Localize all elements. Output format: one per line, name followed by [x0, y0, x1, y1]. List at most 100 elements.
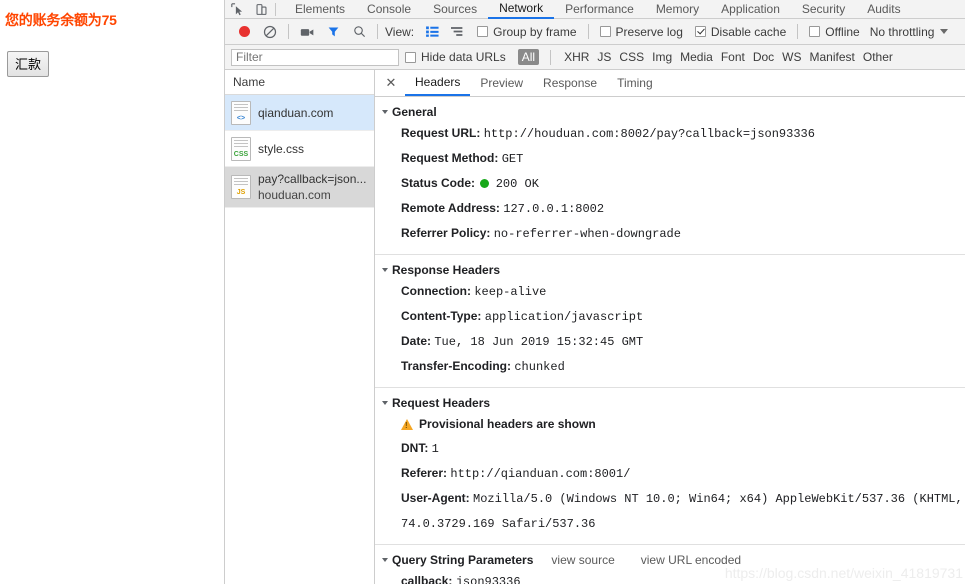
- device-toolbar-icon[interactable]: [249, 0, 273, 18]
- throttling-select-value[interactable]: No throttling: [870, 25, 935, 39]
- triangle-down-icon[interactable]: [382, 268, 388, 272]
- tab-sources[interactable]: Sources: [422, 0, 488, 19]
- preserve-log-box[interactable]: [599, 26, 611, 37]
- inspect-element-icon[interactable]: [225, 0, 249, 18]
- request-row-name: pay?callback=json...: [258, 172, 367, 186]
- js-file-icon: JS: [231, 175, 251, 199]
- tab-console[interactable]: Console: [356, 0, 422, 19]
- tab-security[interactable]: Security: [791, 0, 856, 19]
- tab-application[interactable]: Application: [710, 0, 791, 19]
- view-waterfall-icon[interactable]: [445, 21, 471, 43]
- screenshot-camera-icon[interactable]: [294, 21, 320, 43]
- header-key: Remote Address:: [401, 201, 500, 215]
- header-row-status: Status Code: 200 OK: [375, 171, 965, 196]
- tab-network[interactable]: Network: [488, 0, 555, 19]
- header-row-user-agent: User-Agent: Mozilla/5.0 (Windows NT 10.0…: [375, 486, 965, 511]
- filter-funnel-icon[interactable]: [320, 21, 346, 43]
- filter-type-js[interactable]: JS: [597, 50, 611, 64]
- view-source-link[interactable]: view source: [551, 551, 614, 569]
- section-request-headers-title-row[interactable]: Request Headers: [375, 394, 965, 412]
- filter-input[interactable]: [231, 48, 399, 66]
- header-row: Referrer Policy: no-referrer-when-downgr…: [375, 221, 965, 246]
- filter-divider: [550, 49, 552, 65]
- network-filter-bar: Hide data URLs All XHR JS CSS Img Media …: [225, 45, 965, 70]
- header-value: Mozilla/5.0 (Windows NT 10.0; Win64; x64…: [473, 492, 965, 506]
- header-row: Request Method: GET: [375, 146, 965, 171]
- view-url-encoded-link[interactable]: view URL encoded: [641, 551, 741, 569]
- close-icon[interactable]: ✕: [381, 73, 401, 93]
- preserve-log-checkbox[interactable]: Preserve log: [599, 25, 683, 39]
- toolbar-divider-1: [288, 24, 289, 39]
- tab-preview[interactable]: Preview: [470, 70, 533, 96]
- section-general-title-row[interactable]: General: [375, 103, 965, 121]
- tab-audits[interactable]: Audits: [856, 0, 911, 19]
- devtools-main-tabbar: Elements Console Sources Network Perform…: [225, 0, 965, 19]
- triangle-down-icon[interactable]: [382, 401, 388, 405]
- screenshot-root: 您的账务余额为75 汇款 Elements Console Sources Ne…: [0, 0, 965, 584]
- header-row: Connection: keep-alive: [375, 279, 965, 304]
- header-row: Date: Tue, 18 Jun 2019 15:32:45 GMT: [375, 329, 965, 354]
- disable-cache-checkbox[interactable]: Disable cache: [694, 25, 786, 39]
- offline-box[interactable]: [809, 26, 821, 37]
- clear-requests-icon[interactable]: [257, 21, 283, 43]
- tab-elements[interactable]: Elements: [284, 0, 356, 19]
- tab-timing[interactable]: Timing: [607, 70, 663, 96]
- section-query-string: Query String Parameters view source view…: [375, 545, 965, 584]
- request-row-style-css[interactable]: CSS style.css: [225, 131, 374, 167]
- filter-type-all[interactable]: All: [517, 49, 540, 65]
- disable-cache-box[interactable]: [694, 26, 706, 37]
- record-button-icon[interactable]: [231, 21, 257, 43]
- filter-type-manifest[interactable]: Manifest: [810, 50, 855, 64]
- toolbar-divider-2: [377, 24, 378, 39]
- search-icon[interactable]: [346, 21, 372, 43]
- filter-type-doc[interactable]: Doc: [753, 50, 774, 64]
- warning-triangle-icon: [401, 418, 413, 430]
- header-key: Date:: [401, 334, 432, 348]
- offline-checkbox[interactable]: Offline: [809, 25, 860, 39]
- provisional-headers-warning-text: Provisional headers are shown: [419, 417, 596, 431]
- section-query-string-title-row[interactable]: Query String Parameters view source view…: [375, 551, 965, 569]
- js-file-icon-tag: JS: [236, 189, 246, 196]
- request-list: Name <> qianduan.com CSS style.css JS pa…: [225, 70, 375, 584]
- view-list-icon[interactable]: [419, 21, 445, 43]
- triangle-down-icon[interactable]: [382, 558, 388, 562]
- filter-type-font[interactable]: Font: [721, 50, 745, 64]
- triangle-down-icon[interactable]: [382, 110, 388, 114]
- request-row-pay-callback[interactable]: JS pay?callback=json... houduan.com: [225, 167, 374, 208]
- header-value: application/javascript: [484, 310, 644, 324]
- filter-type-media[interactable]: Media: [680, 50, 713, 64]
- network-toolbar: View: Group by frame Preserve log Disabl…: [225, 19, 965, 45]
- tab-response[interactable]: Response: [533, 70, 607, 96]
- filter-type-css[interactable]: CSS: [619, 50, 644, 64]
- tab-memory[interactable]: Memory: [645, 0, 710, 19]
- css-file-icon-tag: CSS: [233, 150, 249, 158]
- header-value: http://qianduan.com:8001/: [450, 467, 631, 481]
- hide-data-urls-box[interactable]: [405, 51, 416, 63]
- section-response-headers-title-row[interactable]: Response Headers: [375, 261, 965, 279]
- chevron-down-icon[interactable]: [940, 29, 949, 34]
- toolbar-divider-4: [797, 24, 799, 39]
- group-by-frame-label: Group by frame: [493, 24, 577, 39]
- css-file-icon: CSS: [231, 136, 251, 161]
- filter-type-other[interactable]: Other: [863, 50, 893, 64]
- request-row-domain: houduan.com: [258, 188, 331, 202]
- header-key: Request URL:: [401, 126, 481, 140]
- header-value: 74.0.3729.169 Safari/537.36: [401, 517, 596, 531]
- group-by-frame-checkbox[interactable]: Group by frame: [477, 24, 577, 39]
- header-row: Remote Address: 127.0.0.1:8002: [375, 196, 965, 221]
- group-by-frame-box[interactable]: [477, 26, 489, 37]
- toolbar-divider-3: [587, 24, 589, 39]
- detail-tabbar: ✕ Headers Preview Response Timing: [375, 70, 965, 97]
- filter-type-img[interactable]: Img: [652, 50, 672, 64]
- header-value: keep-alive: [474, 285, 547, 299]
- query-param-row: callback: json93336: [375, 569, 965, 584]
- header-value: GET: [501, 152, 524, 166]
- remit-button[interactable]: 汇款: [7, 51, 50, 77]
- request-row-qianduan[interactable]: <> qianduan.com: [225, 95, 374, 131]
- tab-performance[interactable]: Performance: [554, 0, 645, 19]
- tab-headers[interactable]: Headers: [405, 70, 471, 96]
- filter-type-xhr[interactable]: XHR: [564, 50, 589, 64]
- headers-scroll-area[interactable]: General Request URL: http://houduan.com:…: [375, 97, 965, 584]
- hide-data-urls-checkbox[interactable]: Hide data URLs: [405, 50, 506, 64]
- filter-type-ws[interactable]: WS: [782, 50, 801, 64]
